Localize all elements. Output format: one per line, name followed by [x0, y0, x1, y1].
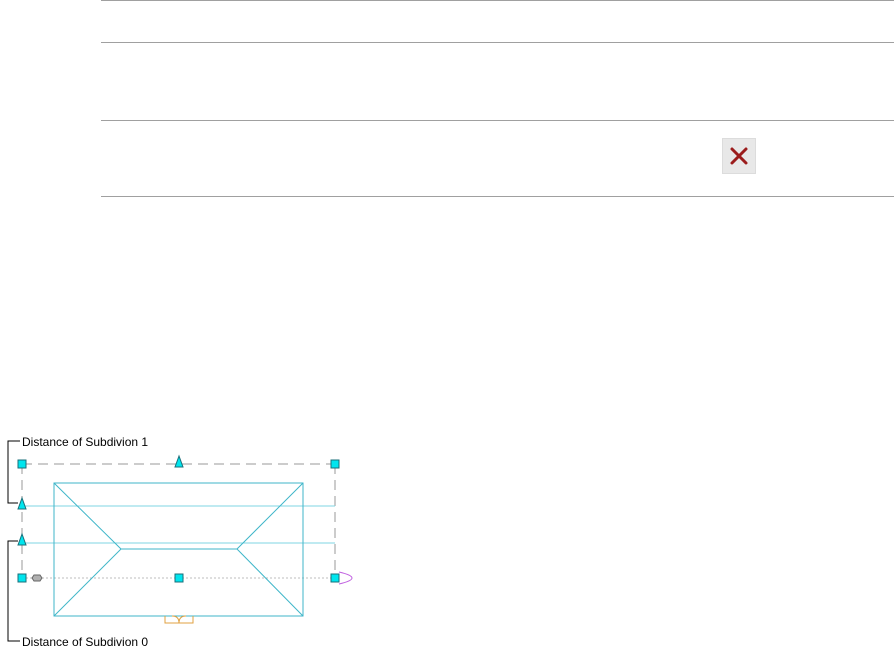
door-swing-symbol [164, 615, 194, 624]
label-subdivision-0: Distance of Subdivion 0 [22, 635, 148, 649]
triangle-grips [17, 454, 184, 546]
callout-bracket-subdivision-1 [7, 440, 20, 504]
close-button[interactable] [722, 138, 756, 174]
table-row-divider-3 [101, 120, 894, 121]
roof-plan [53, 482, 304, 617]
roof-subdivision-diagram: Distance of Subdivion 1 Distance of Subd… [7, 435, 353, 649]
close-x-icon [730, 147, 748, 165]
rotation-grip-icon [338, 571, 353, 585]
label-subdivision-1: Distance of Subdivion 1 [22, 435, 148, 449]
grip-bounding-dashed-lines [21, 463, 336, 578]
square-grips [17, 459, 340, 583]
table-row-divider-4 [101, 196, 894, 197]
gray-hexagon-grip [31, 574, 43, 582]
table-row-divider-1 [101, 0, 894, 1]
table-row-divider-2 [101, 42, 894, 43]
callout-bracket-subdivision-0 [7, 540, 20, 642]
